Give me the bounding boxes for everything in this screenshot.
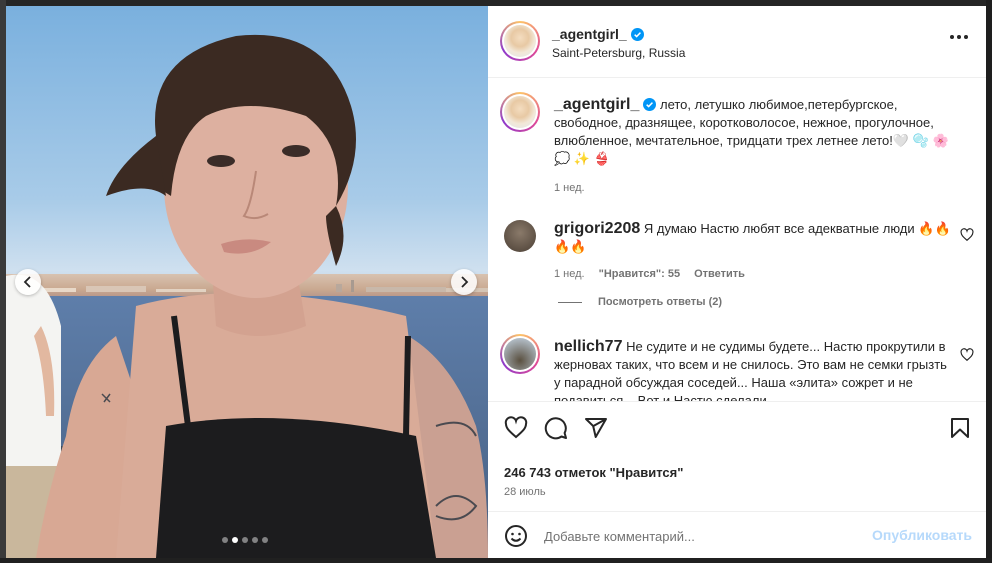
caption-username[interactable]: _agentgirl_ [554,96,639,113]
chevron-left-icon [23,276,31,288]
reply-button[interactable]: Ответить [694,268,745,280]
post-username[interactable]: _agentgirl_ [552,26,644,42]
caption-body: _agentgirl_ лето, летушко любимое,петерб… [554,96,954,168]
avatar-image [504,338,536,370]
carousel-prev-button[interactable] [15,269,41,295]
share-icon[interactable] [584,416,608,440]
carousel-indicator [222,537,268,543]
post-actions: 246 743 отметок "Нравится" 28 июль [488,401,986,511]
view-replies-label[interactable]: Посмотреть ответы (2) [598,296,722,308]
comment-avatar[interactable] [500,334,540,374]
post-side-panel: _agentgirl_ Saint-Petersburg, Russia _ag… [488,6,986,558]
post-header: _agentgirl_ Saint-Petersburg, Russia [488,6,986,78]
heart-icon[interactable] [960,228,974,242]
emoji-icon[interactable] [504,524,528,548]
replies-divider [558,301,582,303]
avatar-image [504,96,536,128]
more-icon[interactable] [950,34,968,40]
username-text[interactable]: _agentgirl_ [552,26,627,42]
add-comment-bar: Опубликовать [488,511,986,558]
comment-meta: 1 нед. "Нравится": 55 Ответить [554,268,745,280]
carousel-dot [252,537,258,543]
carousel-dot [222,537,228,543]
carousel-dot [232,537,238,543]
likes-count[interactable]: 246 743 отметок "Нравится" [504,465,683,480]
chevron-right-icon [461,276,469,288]
post-media[interactable] [6,6,488,558]
caption-time[interactable]: 1 нед. [554,182,585,194]
comments-list[interactable]: _agentgirl_ лето, летушко любимое,петерб… [488,78,986,401]
comment-body: nellich77 Не судите и не судимы будете..… [554,338,954,401]
backdrop-bottom [0,558,992,563]
verified-icon [630,28,644,41]
comment-body: grigori2208 Я думаю Настю любят все адек… [554,220,954,256]
caption-avatar[interactable] [500,92,540,132]
photo-subject [36,34,488,558]
avatar[interactable] [500,21,540,61]
comment-input[interactable] [544,525,844,547]
caption-meta: 1 нед. [554,182,585,194]
heart-icon[interactable] [960,348,974,362]
publish-button[interactable]: Опубликовать [872,527,972,543]
post-location[interactable]: Saint-Petersburg, Russia [552,46,685,60]
bookmark-icon[interactable] [948,416,972,440]
comment-username[interactable]: nellich77 [554,338,622,355]
carousel-next-button[interactable] [451,269,477,295]
carousel-dot [262,537,268,543]
avatar-image [504,25,536,57]
carousel-dot [242,537,248,543]
comment-username[interactable]: grigori2208 [554,220,640,237]
comment-icon[interactable] [544,416,568,440]
post-date[interactable]: 28 июль [504,486,546,498]
heart-icon[interactable] [504,416,528,440]
verified-icon [643,98,657,111]
comment-time[interactable]: 1 нед. [554,268,585,280]
view-replies-button[interactable]: Посмотреть ответы (2) [558,296,722,308]
comment-likes[interactable]: "Нравится": 55 [599,268,680,280]
comment-avatar[interactable] [504,220,536,252]
backdrop-right [986,0,992,563]
